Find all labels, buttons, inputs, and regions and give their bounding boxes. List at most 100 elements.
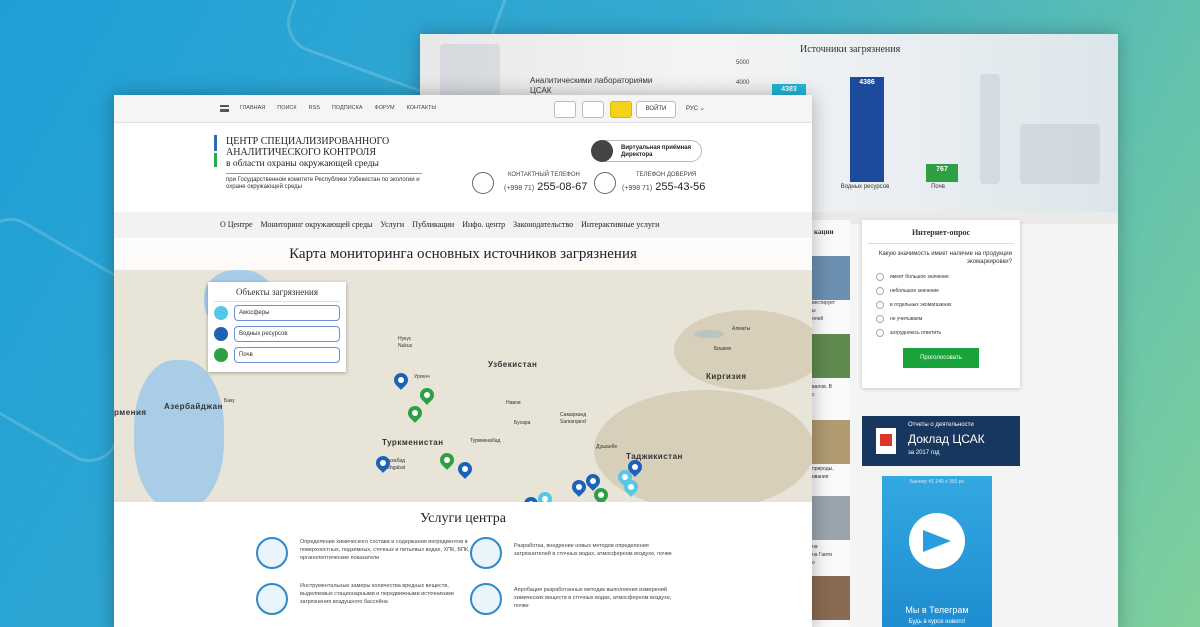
map-city-label: Нукус	[398, 336, 412, 342]
water-marker-icon[interactable]	[625, 457, 645, 478]
nav-contacts[interactable]: КОНТАКТЫ	[407, 105, 437, 111]
nav-forum[interactable]: ФОРУМ	[375, 105, 395, 111]
telegram-banner[interactable]: Баннер #1 240 x 350 px Мы в Телеграм Буд…	[882, 476, 992, 627]
megaphone-icon[interactable]	[554, 101, 576, 118]
virtual-reception-button[interactable]: Виртуальная приёмная Директора	[591, 140, 702, 162]
org-title[interactable]: ЦЕНТР СПЕЦИАЛИЗИРОВАННОГО АНАЛИТИЧЕСКОГО…	[226, 136, 436, 158]
news-thumbnail[interactable]	[810, 496, 850, 540]
radio[interactable]	[876, 315, 884, 323]
nav-subscribe[interactable]: ПОДПИСКА	[332, 105, 363, 111]
water-marker-icon[interactable]	[455, 459, 475, 480]
news-thumbnail[interactable]	[810, 334, 850, 378]
radio[interactable]	[876, 329, 884, 337]
menu-icon[interactable]	[220, 105, 229, 112]
soil-marker-icon[interactable]	[417, 385, 437, 406]
divider	[226, 173, 422, 174]
map-region-label: Киргизия	[706, 372, 747, 381]
mobile-icon[interactable]	[582, 101, 604, 118]
chart-bar: 4386	[850, 76, 884, 182]
service-item[interactable]: Инструментальные замеры количества вредн…	[300, 582, 470, 606]
option-label: имеет большое значение	[890, 274, 949, 280]
phone-number[interactable]: (+998 71) 255-08-67	[504, 181, 587, 193]
legend-item-soil[interactable]: Почв	[214, 347, 340, 365]
water-marker-icon[interactable]	[569, 477, 589, 498]
nav-about[interactable]: О Центре	[220, 220, 253, 229]
radio[interactable]	[876, 273, 884, 281]
radio[interactable]	[876, 287, 884, 295]
map-city-label: Душанбе	[596, 444, 618, 450]
drop-icon	[214, 327, 228, 341]
pollution-map[interactable]: Карта мониторинга основных источников за…	[114, 240, 812, 502]
y-tick-label: 4000	[736, 80, 750, 86]
headset-icon	[594, 172, 616, 194]
report-caption: Отчеты о деятельности	[908, 422, 974, 428]
news-snippet: на	[812, 544, 818, 550]
water-analysis-icon	[256, 537, 288, 569]
water-marker-icon[interactable]	[521, 494, 541, 502]
service-item[interactable]: Разработка, внедрение новых методов опре…	[514, 542, 684, 558]
map-city-label: Алматы	[732, 326, 751, 332]
language-select[interactable]: РУС ⌄	[686, 105, 705, 112]
map-region-label: рмения	[114, 408, 147, 417]
soil-marker-icon[interactable]	[405, 403, 425, 424]
nav-interactive[interactable]: Интерактивные услуги	[581, 220, 659, 229]
legend-item-water[interactable]: Водных ресурсов	[214, 326, 340, 344]
poll-option[interactable]: в отдельных экомагазинах	[862, 298, 1020, 312]
soil-marker-icon[interactable]	[437, 450, 457, 471]
reception-label: Виртуальная приёмная Директора	[621, 145, 692, 158]
nav-search[interactable]: ПОИСК	[277, 105, 296, 111]
news-heading: кации	[814, 228, 834, 236]
logo-mark	[214, 153, 217, 167]
air-marker-icon[interactable]	[535, 489, 555, 502]
telegram-icon	[909, 513, 965, 569]
poll-question: Какую значимость имеет наличие на продук…	[878, 251, 1012, 265]
phone-digits: 255-08-67	[537, 181, 588, 193]
map-city-label: Самарканд	[560, 412, 587, 418]
org-affiliation: при Государственном комитете Республики …	[226, 177, 420, 190]
poll-option[interactable]: небольшое значение	[862, 284, 1020, 298]
water-marker-icon[interactable]	[373, 453, 393, 474]
nav-services[interactable]: Услуги	[380, 220, 404, 229]
news-thumbnail[interactable]	[810, 576, 850, 620]
phone-number[interactable]: (+998 71) 255-43-56	[622, 181, 705, 193]
poll-option[interactable]: не учитываем	[862, 312, 1020, 326]
bar-value-label: 767	[936, 165, 948, 173]
nav-rss[interactable]: RSS	[309, 105, 320, 111]
option-label: небольшое значение	[890, 288, 939, 294]
radio[interactable]	[876, 301, 884, 309]
report-banner[interactable]: Отчеты о деятельности Доклад ЦСАК за 201…	[862, 416, 1020, 466]
eye-icon[interactable]	[610, 101, 632, 118]
poll-option[interactable]: затрудняюсь ответить	[862, 326, 1020, 340]
vote-button[interactable]: Проголосовать	[903, 348, 979, 368]
news-thumbnail[interactable]	[810, 256, 850, 300]
news-thumbnail[interactable]	[810, 420, 850, 464]
map-legend: Объекты загрязнения Амосферы Водных ресу…	[208, 282, 346, 372]
y-tick-label: 5000	[736, 60, 750, 66]
legend-item-air[interactable]: Амосферы	[214, 305, 340, 323]
service-item[interactable]: Определение химического состава и содерж…	[300, 538, 470, 562]
soil-marker-icon[interactable]	[591, 485, 611, 502]
legend-label: Водных ресурсов	[234, 326, 340, 342]
main-nav: О Центре Мониторинг окружающей среды Усл…	[114, 212, 812, 238]
nav-info-center[interactable]: Инфо. центр	[462, 220, 505, 229]
banner-title: Мы в Телеграм	[905, 605, 969, 615]
phone-digits: 255-43-56	[655, 181, 706, 193]
poll-title: Интернет-опрос	[868, 220, 1014, 244]
nav-publications[interactable]: Публикации	[412, 220, 454, 229]
nav-monitoring[interactable]: Мониторинг окружающей среды	[261, 220, 373, 229]
poll-option[interactable]: имеет большое значение	[862, 270, 1020, 284]
services-title: Услуги центра	[420, 511, 506, 526]
top-nav: ГЛАВНАЯ ПОИСК RSS ПОДПИСКА ФОРУМ КОНТАКТ…	[240, 105, 436, 111]
service-item[interactable]: Апробация разработанных методик выполнен…	[514, 586, 684, 610]
poll-widget: Интернет-опрос Какую значимость имеет на…	[862, 220, 1020, 388]
water-marker-icon[interactable]	[391, 370, 411, 391]
nav-home[interactable]: ГЛАВНАЯ	[240, 105, 265, 111]
phone-code: (+998 71)	[622, 185, 653, 192]
login-button[interactable]: ВОЙТИ	[636, 101, 676, 118]
air-marker-icon[interactable]	[621, 477, 641, 498]
news-snippet: ы	[812, 308, 816, 314]
cloud-icon	[214, 306, 228, 320]
nav-legislation[interactable]: Законодательство	[513, 220, 573, 229]
map-title: Карта мониторинга основных источников за…	[289, 246, 637, 262]
map-city-label: Ургенч	[414, 374, 430, 380]
